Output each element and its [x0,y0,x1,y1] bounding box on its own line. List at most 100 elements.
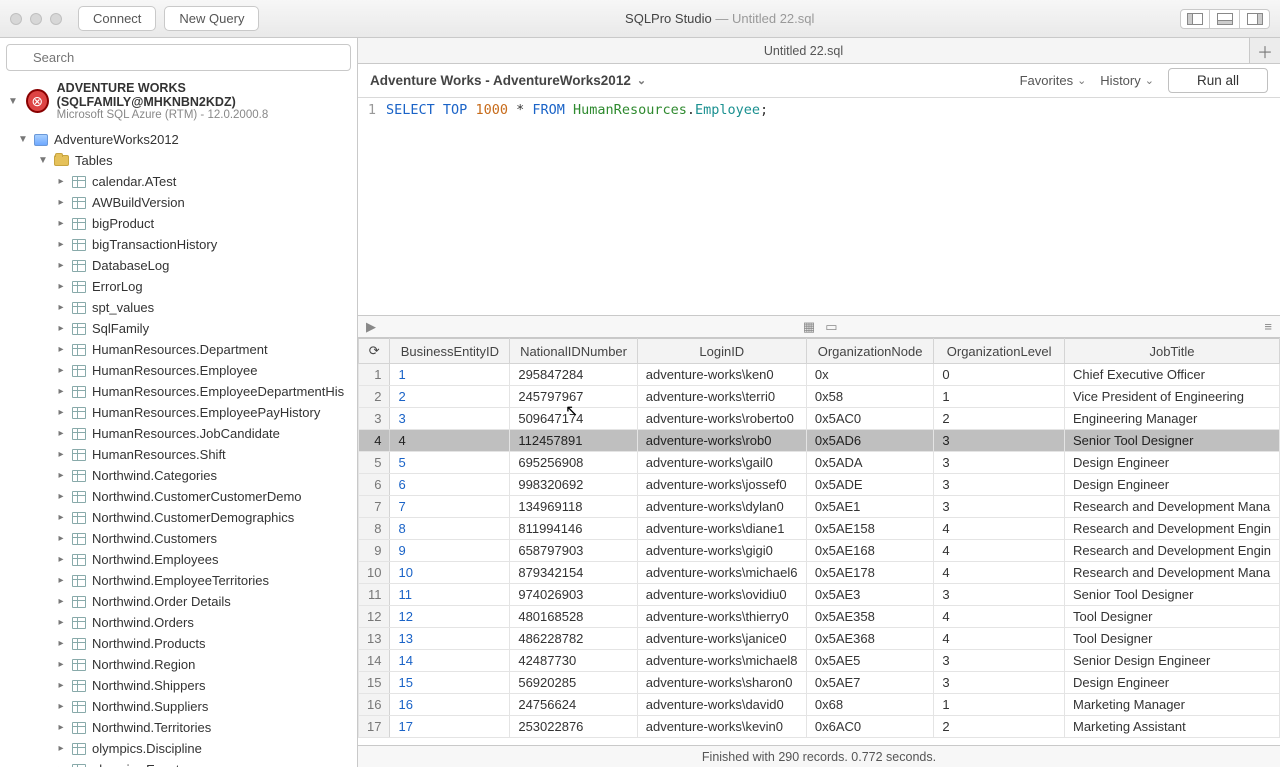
cell[interactable]: Design Engineer [1064,672,1279,694]
cell[interactable]: 0 [934,364,1065,386]
layout-left-icon[interactable] [1180,9,1210,29]
history-button[interactable]: History⌄ [1100,73,1154,88]
table-node[interactable]: ▸ErrorLog [0,276,357,297]
cell[interactable]: adventure-works\ovidiu0 [637,584,806,606]
table-node[interactable]: ▸Northwind.CustomerDemographics [0,507,357,528]
table-node[interactable]: ▸Northwind.Suppliers [0,696,357,717]
cell[interactable]: 56920285 [510,672,637,694]
chevron-right-icon[interactable]: ▸ [56,512,66,523]
row-number[interactable]: 15 [359,672,390,694]
zoom-dot[interactable] [50,13,62,25]
table-node[interactable]: ▸HumanResources.EmployeePayHistory [0,402,357,423]
cell[interactable]: 2 [934,716,1065,738]
cell[interactable]: Research and Development Engin [1064,540,1279,562]
cell[interactable]: 0x5AE368 [806,628,933,650]
cell[interactable]: 486228782 [510,628,637,650]
table-node[interactable]: ▸Northwind.Region [0,654,357,675]
row-number[interactable]: 7 [359,496,390,518]
cell[interactable]: 16 [390,694,510,716]
cell[interactable]: 253022876 [510,716,637,738]
table-node[interactable]: ▸Northwind.Order Details [0,591,357,612]
favorites-button[interactable]: Favorites⌄ [1020,73,1087,88]
cell[interactable]: 0x [806,364,933,386]
search-input[interactable] [6,44,351,71]
cell[interactable]: adventure-works\rob0 [637,430,806,452]
chevron-right-icon[interactable]: ▸ [56,428,66,439]
cell[interactable]: 1 [390,364,510,386]
chevron-right-icon[interactable]: ▸ [56,743,66,754]
table-row[interactable]: 22245797967adventure-works\terri00x581Vi… [359,386,1280,408]
cell[interactable]: 658797903 [510,540,637,562]
cell[interactable]: 4 [390,430,510,452]
cell[interactable]: 0x5AE3 [806,584,933,606]
cell[interactable]: 4 [934,518,1065,540]
table-row[interactable]: 1010879342154adventure-works\michael60x5… [359,562,1280,584]
table-row[interactable]: 11295847284adventure-works\ken00x0Chief … [359,364,1280,386]
cell[interactable]: 11 [390,584,510,606]
chevron-right-icon[interactable]: ▸ [56,701,66,712]
cell[interactable]: 3 [390,408,510,430]
row-number[interactable]: 4 [359,430,390,452]
chevron-right-icon[interactable]: ▸ [56,470,66,481]
cell[interactable]: 480168528 [510,606,637,628]
cell[interactable]: 3 [934,474,1065,496]
chevron-right-icon[interactable]: ▸ [56,239,66,250]
column-header[interactable]: LoginID [637,339,806,364]
table-row[interactable]: 1717253022876adventure-works\kevin00x6AC… [359,716,1280,738]
cell[interactable]: 245797967 [510,386,637,408]
cell[interactable]: 0x5AE158 [806,518,933,540]
cell[interactable]: 3 [934,430,1065,452]
chevron-right-icon[interactable]: ▸ [56,302,66,313]
cell[interactable]: 0x5AE5 [806,650,933,672]
table-node[interactable]: ▸bigTransactionHistory [0,234,357,255]
cell[interactable]: 8 [390,518,510,540]
cell[interactable]: 5 [390,452,510,474]
cell[interactable]: adventure-works\thierry0 [637,606,806,628]
cell[interactable]: Senior Tool Designer [1064,430,1279,452]
table-row[interactable]: 141442487730adventure-works\michael80x5A… [359,650,1280,672]
cell[interactable]: 4 [934,628,1065,650]
row-number[interactable]: 9 [359,540,390,562]
results-grid[interactable]: ⟳BusinessEntityIDNationalIDNumberLoginID… [358,338,1280,738]
cell[interactable]: adventure-works\michael6 [637,562,806,584]
chevron-right-icon[interactable]: ▸ [56,722,66,733]
table-node[interactable]: ▸DatabaseLog [0,255,357,276]
add-tab-button[interactable]: ＋ [1250,38,1280,63]
cell[interactable]: 0x5AE168 [806,540,933,562]
cell[interactable]: 2 [390,386,510,408]
column-header[interactable]: OrganizationLevel [934,339,1065,364]
cell[interactable]: 1 [934,386,1065,408]
cell[interactable]: 0x5ADA [806,452,933,474]
results-grid-wrap[interactable]: ⟳BusinessEntityIDNationalIDNumberLoginID… [358,338,1280,745]
connect-button[interactable]: Connect [78,6,156,31]
cell[interactable]: 0x68 [806,694,933,716]
table-row[interactable]: 151556920285adventure-works\sharon00x5AE… [359,672,1280,694]
cell[interactable]: adventure-works\roberto0 [637,408,806,430]
table-node[interactable]: ▸Northwind.Orders [0,612,357,633]
cell[interactable]: 974026903 [510,584,637,606]
table-node[interactable]: ▸AWBuildVersion [0,192,357,213]
cell[interactable]: Vice President of Engineering [1064,386,1279,408]
chevron-right-icon[interactable]: ▸ [56,260,66,271]
cell[interactable]: Research and Development Mana [1064,496,1279,518]
table-node[interactable]: ▸Northwind.Shippers [0,675,357,696]
table-node[interactable]: ▸HumanResources.Employee [0,360,357,381]
chevron-right-icon[interactable]: ▸ [56,449,66,460]
chevron-down-icon[interactable]: ▼ [8,96,18,107]
cell[interactable]: 3 [934,452,1065,474]
object-tree[interactable]: ▼ AdventureWorks2012 ▼ Tables ▸calendar.… [0,127,357,767]
chevron-right-icon[interactable]: ▸ [56,197,66,208]
chevron-right-icon[interactable]: ▸ [56,323,66,334]
chevron-down-icon[interactable]: ▼ [38,155,48,166]
chevron-right-icon[interactable]: ▸ [56,407,66,418]
table-node[interactable]: ▸Northwind.Territories [0,717,357,738]
cell[interactable]: adventure-works\diane1 [637,518,806,540]
cell[interactable]: 13 [390,628,510,650]
row-number[interactable]: 11 [359,584,390,606]
tables-node[interactable]: ▼ Tables [0,150,357,171]
database-node[interactable]: ▼ AdventureWorks2012 [0,129,357,150]
cell[interactable]: 9 [390,540,510,562]
layout-right-icon[interactable] [1240,9,1270,29]
column-header[interactable]: JobTitle [1064,339,1279,364]
cell[interactable]: 879342154 [510,562,637,584]
